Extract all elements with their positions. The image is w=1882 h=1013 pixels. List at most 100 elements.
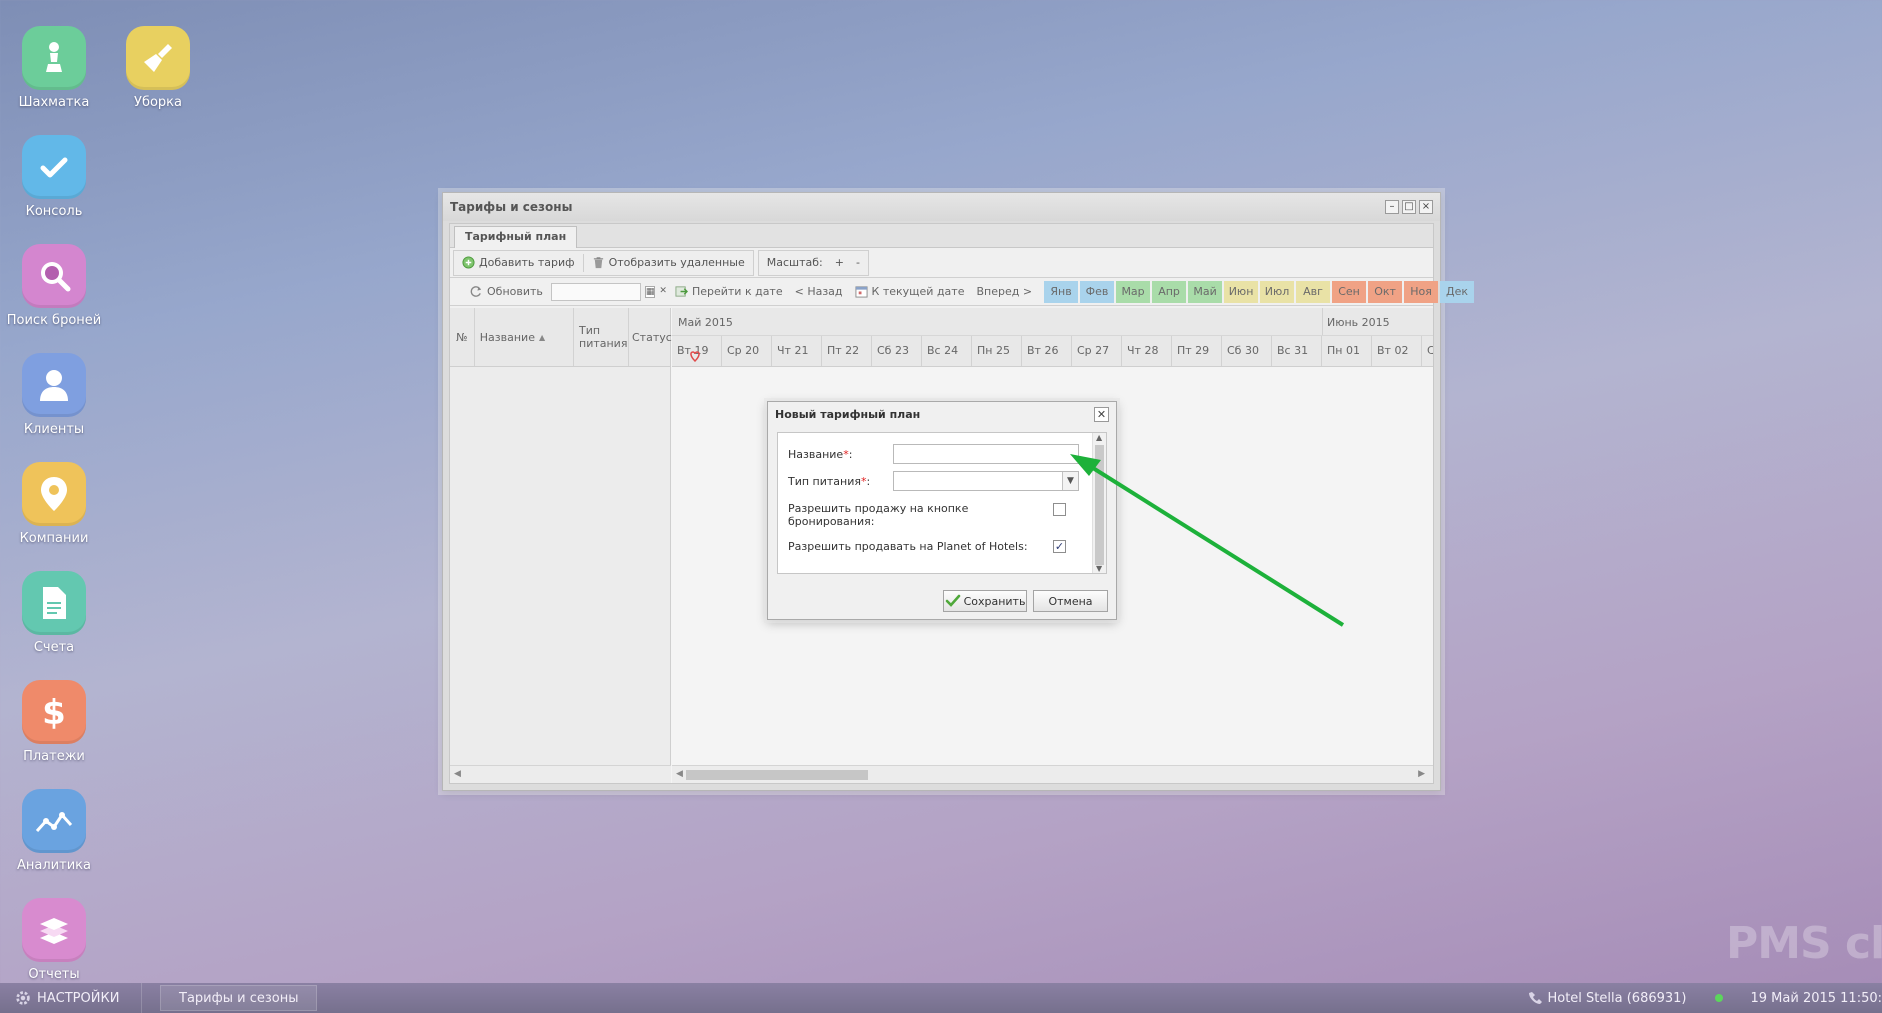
timeline-day: Сб 23 [872, 336, 922, 366]
desktop-icon-console[interactable]: Консоль [0, 135, 108, 219]
go-to-date-button[interactable]: Перейти к дате [669, 281, 789, 303]
toolbar-actions: Добавить тариф Отобразить удаленные [453, 249, 754, 276]
column-name[interactable]: Название ▲ [475, 308, 574, 366]
tile-search-bookings [22, 244, 86, 308]
cancel-button[interactable]: Отмена [1033, 590, 1108, 612]
dialog-titlebar[interactable]: Новый тарифный план ✕ [768, 402, 1116, 426]
desktop-icon-clients[interactable]: Клиенты [0, 353, 108, 437]
timeline-day: Вс 31 [1272, 336, 1322, 366]
add-tariff-button[interactable]: Добавить тариф [456, 252, 581, 274]
scale-label: Масштаб: [766, 256, 823, 269]
timeline-day: Пт 22 [822, 336, 872, 366]
current-date-button[interactable]: К текущей дате [849, 281, 971, 303]
scroll-left-icon[interactable]: ◀ [676, 769, 683, 779]
month-button[interactable]: Янв [1044, 280, 1079, 303]
month-button[interactable]: Фев [1080, 280, 1115, 303]
column-food-type[interactable]: Тип питания [574, 308, 629, 366]
refresh-label: Обновить [487, 285, 543, 298]
label-colon: : [848, 448, 853, 461]
back-button[interactable]: < Назад [789, 281, 849, 303]
timeline-day: Ср 03 [1422, 336, 1433, 366]
left-scrollbar[interactable]: ◀ [450, 765, 671, 783]
food-type-select[interactable]: ▼ [893, 471, 1079, 491]
person-icon [40, 370, 68, 401]
column-number[interactable]: № [450, 308, 475, 366]
desktop-icon-invoices[interactable]: Счета [0, 571, 108, 655]
chess-pawn-icon [46, 42, 62, 72]
svg-text:$: $ [42, 693, 66, 732]
tab-strip: Тарифный план [450, 224, 1433, 248]
scroll-down-icon[interactable]: ▼ [1096, 564, 1102, 573]
timeline-day: Вт 26 [1022, 336, 1072, 366]
show-deleted-button[interactable]: Отобразить удаленные [586, 252, 751, 274]
timeline-day: Вт 02 [1372, 336, 1422, 366]
timeline-day: Чт 21 [772, 336, 822, 366]
date-input[interactable] [550, 282, 641, 301]
dialog-close-icon[interactable]: ✕ [1094, 406, 1109, 422]
column-status[interactable]: Статус [629, 308, 672, 366]
horizontal-scrollbar[interactable]: ◀ ▶ [672, 765, 1433, 783]
month-button[interactable]: Июл [1260, 280, 1295, 303]
month-button[interactable]: Сен [1332, 280, 1367, 303]
desktop-icon-shakhmatka[interactable]: Шахматка [0, 26, 108, 110]
grid-header: № Название ▲ Тип питания Статус [450, 308, 672, 367]
scroll-right-icon[interactable]: ▶ [1418, 769, 1425, 779]
zoom-out-button[interactable]: - [850, 252, 866, 274]
clear-icon[interactable]: ✕ [659, 286, 667, 298]
month-button[interactable]: Окт [1368, 280, 1403, 303]
name-label: Название [788, 448, 844, 461]
close-icon[interactable]: × [1419, 200, 1433, 214]
timeline-day-row: Вт 19 Ср 20 Чт 21 Пт 22 Сб 23 Вс 24 Пн 25 Вт 26… [672, 336, 1433, 366]
zoom-in-button[interactable]: + [829, 252, 850, 274]
minimize-icon[interactable]: – [1385, 200, 1399, 214]
month-button[interactable]: Апр [1152, 280, 1187, 303]
month-button[interactable]: Июн [1224, 280, 1259, 303]
allow-button-checkbox[interactable] [1053, 503, 1066, 516]
maximize-icon[interactable]: □ [1402, 200, 1416, 214]
column-name-label: Название [479, 330, 535, 344]
allow-planet-label: Разрешить продавать на Planet of Hotels: [788, 540, 1028, 553]
name-input[interactable] [893, 444, 1079, 464]
sort-asc-icon: ▲ [538, 332, 546, 342]
calendar-icon[interactable]: ▦ [644, 285, 656, 298]
month-button[interactable]: Май [1188, 280, 1223, 303]
add-tariff-label: Добавить тариф [479, 256, 575, 269]
tab-tariff-plan[interactable]: Тарифный план [454, 226, 578, 248]
save-label: Сохранить [963, 594, 1026, 608]
desktop-icon-payments[interactable]: $ Платежи [0, 680, 108, 764]
desktop-icon-label: Счета [33, 640, 75, 655]
desktop-icon-reports[interactable]: Отчеты [0, 898, 108, 982]
dialog-scrollbar[interactable]: ▲ ▼ [1092, 433, 1106, 573]
month-label-may: Май 2015 [678, 316, 733, 329]
desktop-icon-search-bookings[interactable]: Поиск броней [0, 244, 108, 328]
window-titlebar[interactable]: Тарифы и сезоны – □ × [443, 193, 1440, 221]
taskbar-item-tariffs[interactable]: Тарифы и сезоны [160, 985, 318, 1011]
desktop-icon-analytics[interactable]: Аналитика [0, 789, 108, 873]
scroll-thumb[interactable] [686, 770, 868, 780]
desktop-icon-label: Компании [19, 531, 89, 546]
dialog-form: Название *: Тип питания *: ▼ Разрешить про… [778, 433, 1092, 573]
scroll-left-icon[interactable]: ◀ [454, 769, 461, 779]
allow-planet-checkbox[interactable]: ✓ [1053, 540, 1066, 553]
hotel-indicator[interactable]: Hotel Stella (686931) [1529, 990, 1687, 1006]
chevron-down-icon[interactable]: ▼ [1062, 472, 1078, 490]
month-button[interactable]: Мар [1116, 280, 1151, 303]
label-colon: : [866, 475, 871, 488]
desktop-icon-companies[interactable]: Компании [0, 462, 108, 546]
save-button[interactable]: Сохранить [943, 590, 1027, 612]
forward-button[interactable]: Вперед > [970, 281, 1038, 303]
settings-button[interactable]: НАСТРОЙКИ [0, 983, 142, 1013]
desktop-icon-uborka[interactable]: Уборка [104, 26, 212, 110]
scroll-up-icon[interactable]: ▲ [1096, 433, 1102, 442]
month-button[interactable]: Авг [1296, 280, 1331, 303]
hotel-name: Hotel Stella (686931) [1547, 990, 1687, 1006]
month-button[interactable]: Дек [1440, 280, 1475, 303]
current-date-label: К текущей дате [871, 285, 965, 298]
dialog-scroll-thumb[interactable] [1095, 445, 1104, 565]
refresh-button[interactable]: Обновить [464, 281, 549, 303]
online-status-icon [1714, 994, 1723, 1002]
tile-analytics [22, 789, 86, 853]
food-row: Тип питания *: [788, 475, 870, 488]
tile-companies [22, 462, 86, 526]
month-button[interactable]: Ноя [1404, 280, 1439, 303]
